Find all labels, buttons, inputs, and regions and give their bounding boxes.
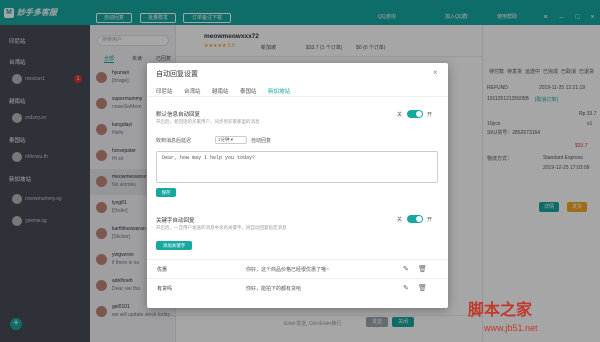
- watermark-text: 脚本之家: [468, 302, 533, 319]
- keyword-text: 有货吗: [157, 286, 173, 292]
- toggle-on-label: 开: [427, 112, 433, 118]
- watermark-url: www.jb51.net: [484, 323, 538, 333]
- toggle-off-label: 关: [397, 112, 403, 118]
- tab-thailand[interactable]: 泰国站: [240, 87, 257, 95]
- keyword-reply-title: 关键字自动回复: [156, 218, 195, 224]
- delay-select[interactable]: 1分钟 ▾: [215, 136, 247, 144]
- keyword-reply-desc: 开启后，一旦用户发送的消息中含有关键字，则自动回复指定消息: [156, 225, 287, 230]
- keyword-reply-text: 你好，这个商品价格已经很优惠了哦~: [246, 267, 329, 273]
- delete-icon[interactable]: 🗑: [418, 284, 427, 292]
- auto-reply-label: 自动回复: [251, 138, 272, 144]
- delay-select-value: 1分钟: [218, 137, 230, 142]
- keyword-row: 有货吗 你好，能拍下的都有货哈 ✎ 🗑: [147, 278, 448, 297]
- toggle-off-label: 关: [397, 217, 403, 223]
- keyword-text: 优惠: [157, 267, 168, 273]
- close-icon[interactable]: ×: [433, 68, 438, 77]
- tab-indonesia[interactable]: 印尼站: [156, 87, 173, 95]
- tab-vietnam[interactable]: 越南站: [212, 87, 229, 95]
- keyword-row: 优惠 你好，这个商品价格已经很优惠了哦~ ✎ 🗑: [147, 259, 448, 278]
- default-reply-toggle[interactable]: [407, 110, 423, 118]
- edit-icon[interactable]: ✎: [403, 284, 409, 292]
- dialog-title: 自动回复设置: [156, 71, 198, 78]
- keyword-reply-toggle[interactable]: [407, 215, 423, 223]
- default-reply-title: 默认信息自动回复: [156, 112, 201, 118]
- tab-taiwan[interactable]: 台湾站: [184, 87, 201, 95]
- delay-label: 收到消息后延迟: [156, 138, 192, 144]
- app-window: M 妙手多客服 自动回复 批量群发 订单备注下载 QQ咨询 加入QQ群 使用帮助…: [0, 0, 600, 342]
- default-reply-desc: 开启后，新回话的买家用户，同步到买家那里的消息: [156, 119, 260, 124]
- delete-icon[interactable]: 🗑: [418, 265, 427, 273]
- default-message-input[interactable]: Dear, how may I help you today?: [156, 151, 438, 183]
- add-keyword-button[interactable]: 添加关键字: [156, 241, 192, 250]
- keyword-reply-text: 你好，能拍下的都有货哈: [246, 286, 302, 292]
- save-button[interactable]: 保存: [156, 188, 176, 197]
- toggle-on-label: 开: [427, 217, 433, 223]
- edit-icon[interactable]: ✎: [403, 265, 409, 273]
- tab-divider: [147, 96, 448, 97]
- auto-reply-dialog: 自动回复设置 × 印尼站 台湾站 越南站 泰国站 新加坡站 默认信息自动回复 开…: [147, 63, 448, 308]
